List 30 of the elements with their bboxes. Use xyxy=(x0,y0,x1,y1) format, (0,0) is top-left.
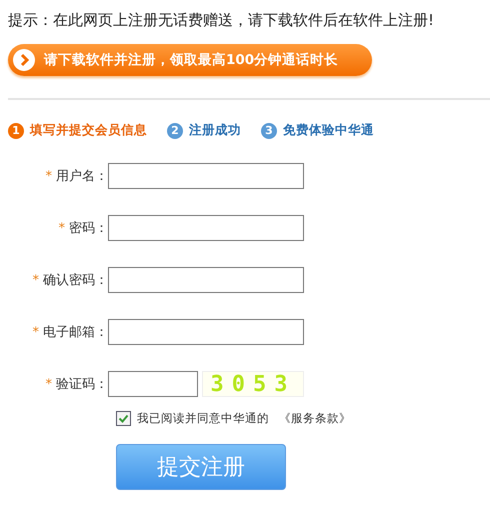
required-mark: * xyxy=(32,272,39,288)
chevron-icon xyxy=(12,48,36,72)
notice-text: 提示：在此网页上注册无话费赠送，请下载软件后在软件上注册! xyxy=(8,10,436,30)
required-mark: * xyxy=(32,324,39,340)
field-label: 用户名： xyxy=(56,168,108,185)
input-field[interactable] xyxy=(108,371,198,397)
submit-button[interactable]: 提交注册 xyxy=(116,444,286,490)
input-field[interactable] xyxy=(108,215,304,241)
field-label: 电子邮箱： xyxy=(43,324,108,341)
terms-link[interactable]: 《服务条款》 xyxy=(279,411,351,426)
check-icon xyxy=(118,413,129,424)
step-label: 填写并提交会员信息 xyxy=(30,122,147,139)
input-field[interactable] xyxy=(108,163,304,189)
field-label: 确认密码： xyxy=(43,272,108,289)
input-field[interactable] xyxy=(108,319,304,345)
required-mark: * xyxy=(46,168,52,184)
required-mark: * xyxy=(46,376,52,392)
agree-checkbox[interactable] xyxy=(116,411,131,426)
field-label: 密码： xyxy=(69,220,108,237)
captcha-image[interactable]: 3053 xyxy=(202,371,304,397)
step-number: 3 xyxy=(261,122,277,138)
download-banner[interactable]: 请下载软件并注册，领取最高100分钟通话时长 xyxy=(8,44,372,76)
input-field[interactable] xyxy=(108,267,304,293)
step-label: 注册成功 xyxy=(189,122,241,139)
required-mark: * xyxy=(58,220,65,236)
field-label: 验证码： xyxy=(56,376,108,393)
step-label: 免费体验中华通 xyxy=(283,122,374,139)
step-number: 2 xyxy=(167,122,183,138)
step-number: 1 xyxy=(8,122,24,138)
agreement-text: 我已阅读并同意中华通的 xyxy=(137,411,269,426)
